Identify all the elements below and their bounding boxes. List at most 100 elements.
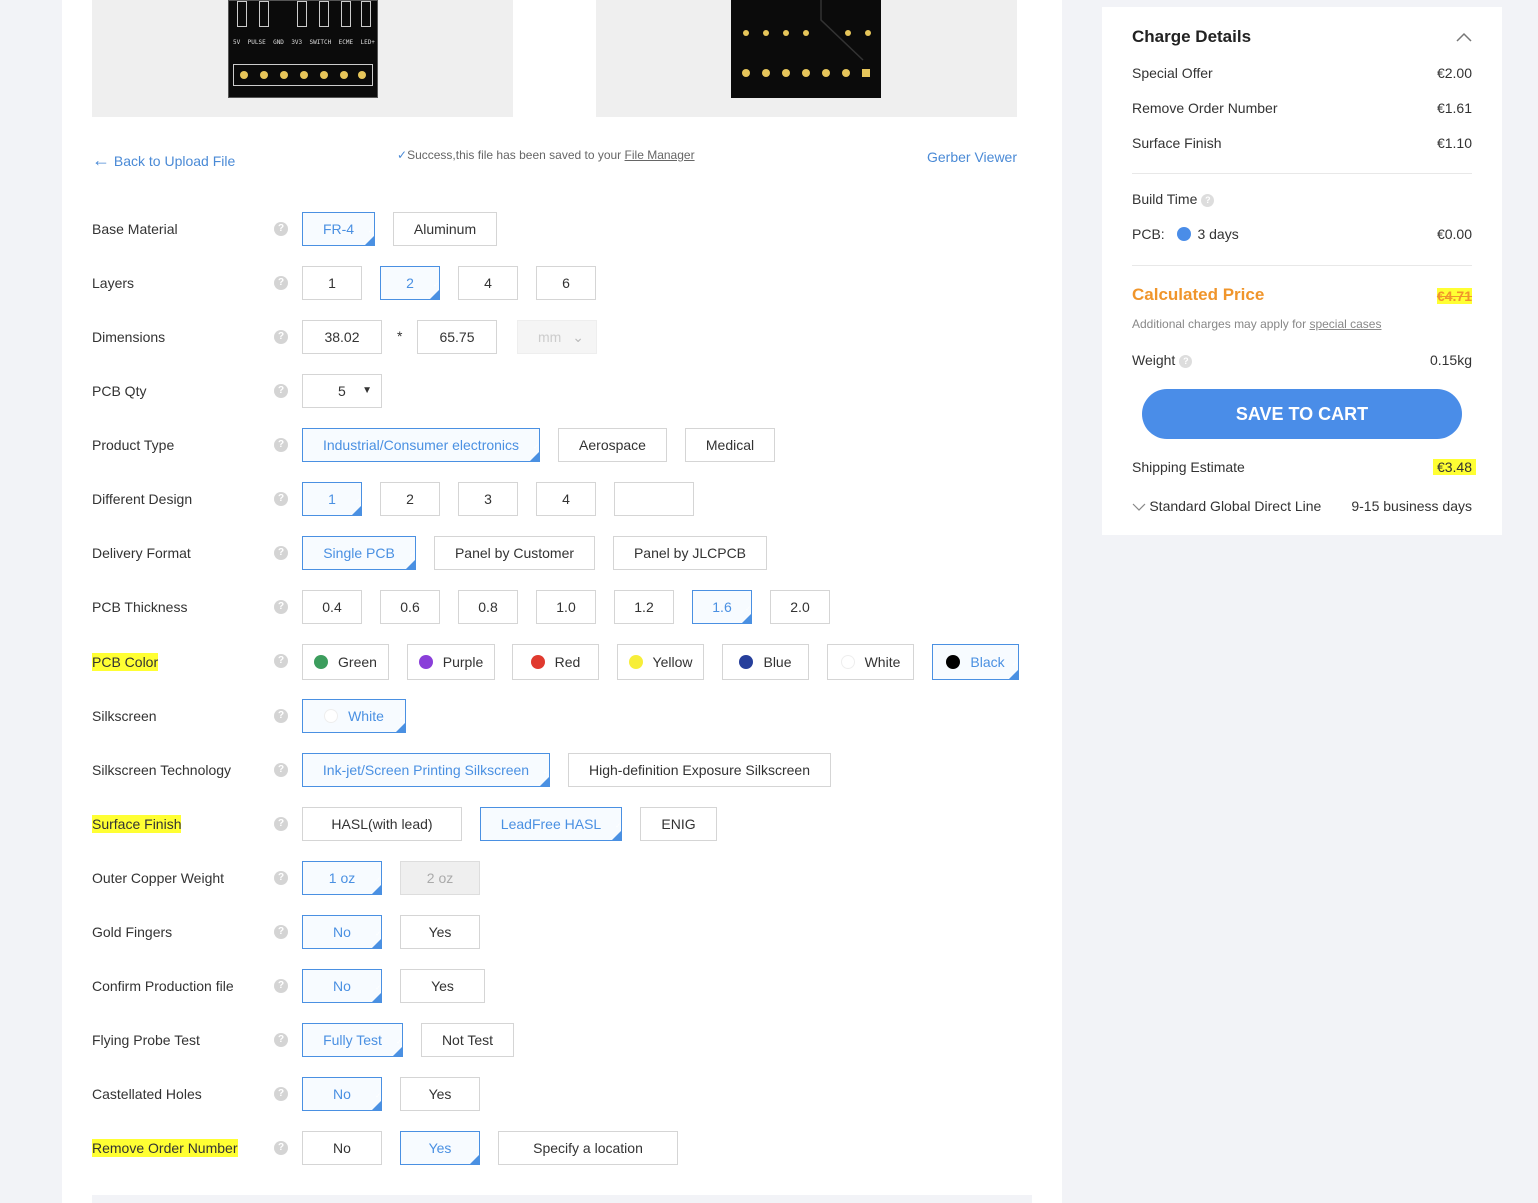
red-swatch: [530, 654, 545, 669]
yellow-swatch: [628, 654, 643, 669]
option-design-4[interactable]: 4: [536, 482, 596, 516]
option-confirm-yes[interactable]: Yes: [400, 969, 485, 1003]
help-icon[interactable]: ?: [274, 222, 288, 236]
save-to-cart-button[interactable]: SAVE TO CART: [1142, 389, 1462, 439]
unit-select[interactable]: mm ⌄: [517, 320, 597, 354]
help-icon[interactable]: ?: [274, 492, 288, 506]
divider: [1132, 265, 1472, 266]
back-to-upload-link[interactable]: ← Back to Upload File: [92, 150, 235, 171]
help-icon[interactable]: ?: [274, 546, 288, 560]
row-silkscreen: Silkscreen ? White: [92, 699, 1052, 735]
option-thickness-1-6[interactable]: 1.6: [692, 590, 752, 626]
remove-order-number-row: Remove Order Number €1.61: [1132, 100, 1472, 116]
blue-swatch: [739, 654, 754, 669]
shipping-method-row[interactable]: Standard Global Direct Line 9-15 busines…: [1132, 498, 1472, 514]
help-icon[interactable]: ?: [274, 276, 288, 290]
option-color-yellow[interactable]: Yellow: [617, 644, 704, 680]
option-enig[interactable]: ENIG: [640, 807, 717, 841]
option-color-green[interactable]: Green: [302, 644, 389, 680]
option-remove-order-yes[interactable]: Yes: [400, 1131, 480, 1167]
help-icon[interactable]: ?: [274, 925, 288, 939]
option-hasl-with-lead[interactable]: HASL(with lead): [302, 807, 462, 841]
option-panel-by-jlcpcb[interactable]: Panel by JLCPCB: [613, 536, 767, 570]
dimension-width-input[interactable]: 38.02: [302, 320, 382, 354]
option-layer-2[interactable]: 2: [380, 266, 440, 302]
radio-selected-icon[interactable]: [1176, 226, 1191, 241]
option-fr4[interactable]: FR-4: [302, 212, 375, 248]
help-icon[interactable]: ?: [1179, 354, 1193, 368]
help-icon[interactable]: ?: [274, 817, 288, 831]
pcb-build-time-row[interactable]: PCB: 3 days €0.00: [1132, 226, 1472, 242]
help-icon[interactable]: ?: [274, 438, 288, 452]
option-panel-by-customer[interactable]: Panel by Customer: [434, 536, 595, 570]
design-custom-input[interactable]: [614, 482, 694, 516]
option-remove-order-no[interactable]: No: [302, 1131, 382, 1165]
row-different-design: Different Design ? 1 2 3 4: [92, 482, 1052, 518]
option-thickness-0-6[interactable]: 0.6: [380, 590, 440, 624]
option-thickness-0-8[interactable]: 0.8: [458, 590, 518, 624]
option-color-blue[interactable]: Blue: [722, 644, 809, 680]
help-icon[interactable]: ?: [274, 654, 288, 668]
option-color-purple[interactable]: Purple: [407, 644, 495, 680]
option-layer-6[interactable]: 6: [536, 266, 596, 300]
option-copper-2oz[interactable]: 2 oz: [400, 861, 480, 895]
help-icon[interactable]: ?: [274, 1087, 288, 1101]
option-fully-test[interactable]: Fully Test: [302, 1023, 403, 1059]
surface-finish-row: Surface Finish €1.10: [1132, 135, 1472, 151]
file-manager-link[interactable]: File Manager: [625, 148, 695, 162]
option-copper-1oz[interactable]: 1 oz: [302, 861, 382, 897]
purple-swatch: [418, 654, 433, 669]
special-cases-link[interactable]: special cases: [1309, 317, 1381, 331]
option-single-pcb[interactable]: Single PCB: [302, 536, 416, 572]
option-gold-fingers-no[interactable]: No: [302, 915, 382, 951]
help-icon[interactable]: ?: [274, 763, 288, 777]
chevron-up-icon[interactable]: [1456, 27, 1472, 47]
option-leadfree-hasl[interactable]: LeadFree HASL: [480, 807, 622, 843]
option-thickness-1-0[interactable]: 1.0: [536, 590, 596, 624]
option-layer-4[interactable]: 4: [458, 266, 518, 300]
dimension-height-input[interactable]: 65.75: [417, 320, 497, 354]
option-design-3[interactable]: 3: [458, 482, 518, 516]
help-icon[interactable]: ?: [274, 1033, 288, 1047]
option-thickness-1-2[interactable]: 1.2: [614, 590, 674, 624]
option-castellated-no[interactable]: No: [302, 1077, 382, 1113]
option-design-2[interactable]: 2: [380, 482, 440, 516]
option-design-1[interactable]: 1: [302, 482, 362, 518]
row-confirm-production-file: Confirm Production file ? No Yes: [92, 969, 1052, 1005]
help-icon[interactable]: ?: [274, 979, 288, 993]
option-gold-fingers-yes[interactable]: Yes: [400, 915, 480, 949]
help-icon[interactable]: ?: [274, 871, 288, 885]
option-confirm-no[interactable]: No: [302, 969, 382, 1005]
shipping-estimate-row: Shipping Estimate €3.48: [1132, 459, 1476, 475]
row-outer-copper-weight: Outer Copper Weight ? 1 oz 2 oz: [92, 861, 1052, 897]
option-hd-exposure-silkscreen[interactable]: High-definition Exposure Silkscreen: [568, 753, 831, 787]
pcb-front-preview: 5V PULSE GND 3V3 SWITCH ECME LED+: [92, 0, 513, 117]
help-icon[interactable]: ?: [274, 384, 288, 398]
option-specify-location[interactable]: Specify a location: [498, 1131, 678, 1165]
option-thickness-0-4[interactable]: 0.4: [302, 590, 362, 624]
divider: [1132, 173, 1472, 174]
option-color-black[interactable]: Black: [932, 644, 1019, 682]
row-pcb-color: PCB Color ? Green Purple Red Yellow Blue…: [92, 644, 1052, 682]
option-color-white[interactable]: White: [827, 644, 914, 680]
option-layer-1[interactable]: 1: [302, 266, 362, 300]
help-icon[interactable]: ?: [274, 330, 288, 344]
option-aluminum[interactable]: Aluminum: [393, 212, 497, 246]
help-icon[interactable]: ?: [1201, 193, 1215, 207]
help-icon[interactable]: ?: [274, 1141, 288, 1155]
option-aerospace[interactable]: Aerospace: [558, 428, 667, 462]
option-industrial[interactable]: Industrial/Consumer electronics: [302, 428, 540, 464]
option-not-test[interactable]: Not Test: [421, 1023, 514, 1057]
row-product-type: Product Type ? Industrial/Consumer elect…: [92, 428, 1052, 464]
option-color-red[interactable]: Red: [512, 644, 599, 680]
row-castellated-holes: Castellated Holes ? No Yes: [92, 1077, 1052, 1113]
option-castellated-yes[interactable]: Yes: [400, 1077, 480, 1111]
option-medical[interactable]: Medical: [685, 428, 775, 462]
gerber-viewer-link[interactable]: Gerber Viewer: [927, 149, 1017, 165]
option-inkjet-silkscreen[interactable]: Ink-jet/Screen Printing Silkscreen: [302, 753, 550, 789]
qty-select[interactable]: 5 ▼: [302, 374, 382, 408]
help-icon[interactable]: ?: [274, 709, 288, 723]
option-silkscreen-white[interactable]: White: [302, 699, 406, 735]
help-icon[interactable]: ?: [274, 600, 288, 614]
option-thickness-2-0[interactable]: 2.0: [770, 590, 830, 624]
